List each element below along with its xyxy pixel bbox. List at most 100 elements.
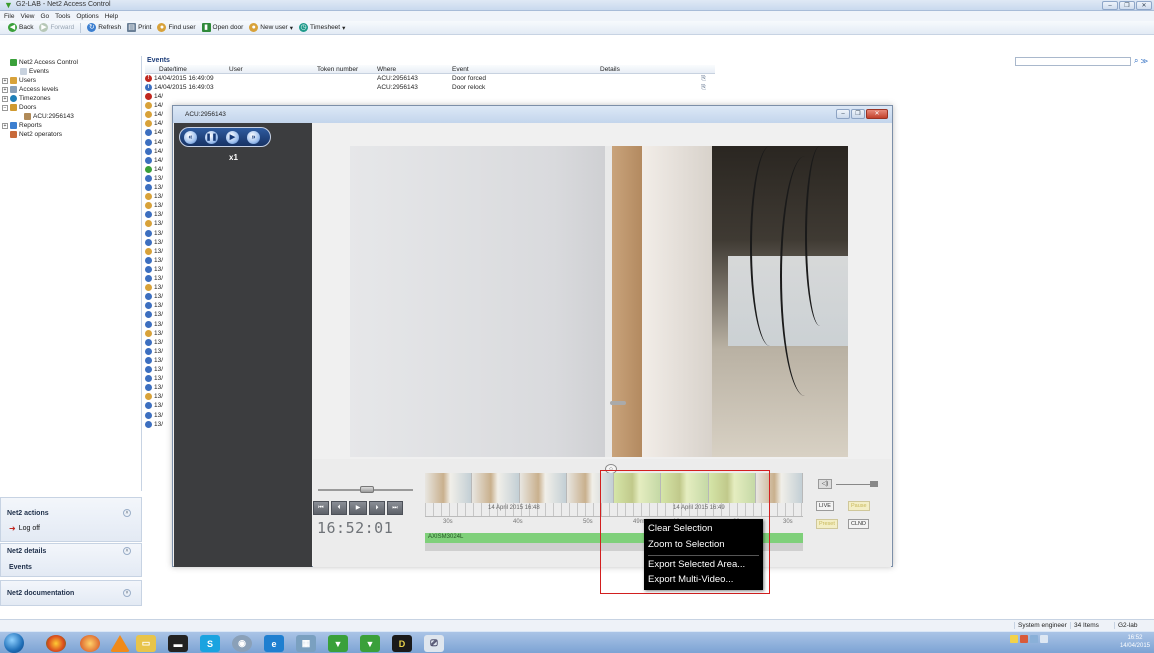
net2-taskbar-icon[interactable]: ▼ <box>328 635 348 652</box>
camera-icon[interactable]: ⎘ <box>701 84 706 92</box>
expand-icon[interactable]: + <box>2 77 8 84</box>
tray-icon[interactable] <box>1020 635 1028 643</box>
skip-start-icon[interactable]: ⏮ <box>313 501 329 515</box>
menu-item-export-selected-area[interactable]: Export Selected Area... <box>648 559 745 570</box>
expand-icon[interactable]: + <box>2 95 8 102</box>
step-forward-icon[interactable]: ⏵ <box>369 501 385 515</box>
tree-item-timezones[interactable]: + Timezones <box>2 95 51 102</box>
tree-item-access-levels[interactable]: + Access levels <box>2 86 58 93</box>
clnd-button[interactable]: CLND <box>848 519 869 529</box>
collapse-icon[interactable]: − <box>2 104 8 111</box>
menu-tools[interactable]: Tools <box>55 13 70 20</box>
new-user-dropdown-icon[interactable]: ▾ <box>290 24 293 32</box>
col-details[interactable]: Details <box>600 66 620 73</box>
col-token[interactable]: Token number <box>317 66 358 73</box>
row-datetime: 13/ <box>154 338 164 346</box>
app-icon[interactable]: ◉ <box>232 635 252 652</box>
folder-icon[interactable]: ▭ <box>136 635 156 652</box>
rewind-icon[interactable]: « <box>184 131 197 144</box>
table-row[interactable]: i 14/04/2015 16:49:03 ACU:2956143 Door r… <box>145 83 706 92</box>
close-button[interactable]: ✕ <box>1136 1 1152 10</box>
print-button[interactable]: ▤ Print <box>127 23 151 32</box>
step-back-icon[interactable]: ⏴ <box>331 501 347 515</box>
tree-item-operators[interactable]: Net2 operators <box>10 131 62 138</box>
expand-chevron-icon[interactable]: ˅ <box>123 589 131 597</box>
search-icon[interactable]: ⌕ ≫ <box>1134 56 1148 66</box>
tray-icon[interactable] <box>1010 635 1018 643</box>
vlc-icon[interactable] <box>110 635 130 652</box>
speed-slider-knob[interactable] <box>360 486 374 493</box>
network-icon[interactable] <box>1030 635 1038 643</box>
camera-icon[interactable]: ⎘ <box>701 75 706 83</box>
thumbnail[interactable] <box>425 473 473 503</box>
row-datetime: 13/ <box>154 311 164 319</box>
pause-icon[interactable]: ❚❚ <box>205 131 218 144</box>
tree-item-reports[interactable]: + Reports <box>2 122 42 129</box>
search-input[interactable] <box>1015 57 1131 66</box>
col-where[interactable]: Where <box>377 66 396 73</box>
play-button-icon[interactable]: ▶ <box>349 501 367 515</box>
menu-file[interactable]: File <box>4 13 14 20</box>
live-button[interactable]: LIVE <box>816 501 834 511</box>
menu-item-export-multi-video[interactable]: Export Multi-Video... <box>648 574 733 585</box>
col-event[interactable]: Event <box>452 66 469 73</box>
tree-item-users[interactable]: + Users <box>2 77 36 84</box>
pause-button[interactable]: Pause <box>848 501 870 511</box>
system-clock[interactable]: 16:52 14/04/2015 <box>1120 634 1150 650</box>
net2-taskbar-icon-2[interactable]: ▼ <box>360 635 380 652</box>
col-datetime[interactable]: Date/time <box>159 66 187 73</box>
menu-item-clear-selection[interactable]: Clear Selection <box>648 523 712 534</box>
video-close-button[interactable]: ✕ <box>866 109 888 119</box>
skip-end-icon[interactable]: ⏭ <box>387 501 403 515</box>
play-icon[interactable]: ▶ <box>226 131 239 144</box>
start-button[interactable] <box>4 633 24 653</box>
menu-item-zoom-to-selection[interactable]: Zoom to Selection <box>648 539 725 550</box>
preset-button[interactable]: Preset <box>816 519 838 529</box>
table-row[interactable]: ! 14/04/2015 16:49:09 ACU:2956143 Door f… <box>145 74 706 83</box>
camera-viewer-icon[interactable]: ⎚ <box>424 635 444 652</box>
ide-icon[interactable]: D <box>392 635 412 652</box>
fast-forward-icon[interactable]: » <box>247 131 260 144</box>
refresh-button[interactable]: ↻ Refresh <box>87 23 121 32</box>
menu-help[interactable]: Help <box>105 13 118 20</box>
playback-control-pill: « ❚❚ ▶ » <box>179 127 271 147</box>
terminal-icon[interactable]: ▬ <box>168 635 188 652</box>
browser-icon[interactable]: e <box>264 635 284 652</box>
volume-icon[interactable] <box>1040 635 1048 643</box>
expand-icon[interactable]: + <box>2 86 8 93</box>
thumbnail[interactable] <box>519 473 567 503</box>
thumbnail[interactable] <box>472 473 520 503</box>
video-minimize-button[interactable]: – <box>836 109 850 119</box>
collapse-chevron-icon[interactable]: ˄ <box>123 509 131 517</box>
tree-item-events[interactable]: Events <box>20 68 49 75</box>
minimize-button[interactable]: – <box>1102 1 1118 10</box>
collapse-chevron-icon[interactable]: ˄ <box>123 547 131 555</box>
timesheet-button[interactable]: ◷ Timesheet ▾ <box>299 23 345 32</box>
log-off-link[interactable]: ➜ Log off <box>9 524 40 533</box>
skype-icon[interactable]: S <box>200 635 220 652</box>
timesheet-dropdown-icon[interactable]: ▾ <box>342 24 345 32</box>
new-user-button[interactable]: ● New user ▾ <box>249 23 293 32</box>
speaker-icon[interactable]: ◁) <box>818 479 832 489</box>
open-door-button[interactable]: ▮ Open door <box>201 23 243 32</box>
forward-button[interactable]: ▶ Forward <box>39 23 74 32</box>
volume-control[interactable]: ◁) <box>818 479 883 489</box>
find-user-button[interactable]: ● Find user <box>157 23 196 32</box>
col-user[interactable]: User <box>229 66 243 73</box>
window-icon[interactable]: ▦ <box>296 635 316 652</box>
video-frame[interactable] <box>350 146 848 457</box>
tree-item-acu[interactable]: ACU:2956143 <box>24 113 74 120</box>
menu-view[interactable]: View <box>20 13 34 20</box>
menu-go[interactable]: Go <box>40 13 49 20</box>
back-button[interactable]: ◀ Back <box>8 23 33 32</box>
expand-icon[interactable]: + <box>2 122 8 129</box>
volume-knob[interactable] <box>870 481 878 487</box>
chrome-icon[interactable] <box>46 635 66 652</box>
menu-options[interactable]: Options <box>76 13 98 20</box>
maximize-button[interactable]: ❐ <box>1119 1 1135 10</box>
tree-root[interactable]: Net2 Access Control <box>10 59 78 66</box>
video-maximize-button[interactable]: ❐ <box>851 109 865 119</box>
table-row[interactable]: 14/ <box>145 92 705 101</box>
firefox-icon[interactable] <box>80 635 100 652</box>
tree-item-doors[interactable]: − Doors <box>2 104 36 111</box>
